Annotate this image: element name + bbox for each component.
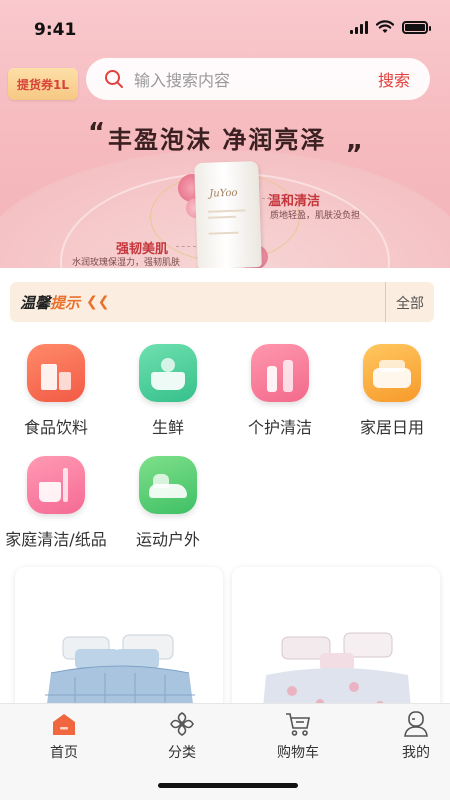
category-sports-outdoor[interactable]: 运动户外	[112, 456, 224, 550]
feature-right-subtitle: 质地轻盈，肌肤没负担	[270, 211, 361, 221]
feature-right-title: 温和清洁	[268, 194, 321, 209]
tab-profile[interactable]: 我的	[360, 704, 450, 766]
wifi-icon	[376, 20, 394, 33]
status-time: 9:41	[34, 20, 77, 40]
category-label: 家居日用	[359, 418, 424, 437]
slogan-quote-close: „	[346, 126, 364, 156]
notice-title-part1: 温馨	[20, 293, 51, 312]
category-label: 生鲜	[151, 418, 184, 437]
category-household-cleaning[interactable]: 家庭清洁/纸品	[0, 456, 112, 550]
sofa-icon	[363, 344, 421, 402]
category-personal-care[interactable]: 个护清洁	[224, 344, 336, 438]
notice-title-part2: 提示	[50, 293, 81, 312]
search-input[interactable]: 输入搜索内容	[134, 67, 378, 91]
category-label: 家庭清洁/纸品	[5, 530, 107, 549]
tab-home[interactable]: 首页	[8, 704, 120, 766]
notice-arrows-icon: ❮❮	[86, 294, 110, 310]
home-indicator	[158, 783, 298, 788]
category-label: 运动户外	[135, 530, 200, 549]
notice-title: 温馨提示	[20, 292, 80, 313]
sneaker-icon	[139, 456, 197, 514]
feature-pointer-line	[176, 246, 196, 247]
notice-divider	[385, 282, 386, 322]
cleaning-bucket-icon	[27, 456, 85, 514]
product-card[interactable]	[15, 567, 223, 717]
notice-all-button[interactable]: 全部	[396, 293, 424, 313]
product-card[interactable]	[232, 567, 440, 717]
product-brand: JuYoo	[209, 187, 238, 200]
home-icon	[50, 710, 78, 738]
tab-label: 我的	[402, 745, 430, 761]
status-icons	[350, 20, 431, 34]
feature-pointer-line	[262, 198, 270, 199]
slogan-quote-open: “	[88, 118, 106, 148]
coupon-button[interactable]: 提货券1L	[8, 68, 78, 100]
tab-label: 分类	[168, 745, 196, 761]
category-label: 个护清洁	[247, 418, 312, 437]
search-icon	[105, 70, 123, 88]
tab-category[interactable]: 分类	[126, 704, 238, 766]
banner-slogan: 丰盈泡沫 净润亮泽	[108, 126, 327, 154]
status-bar: 9:41	[0, 0, 450, 60]
user-icon	[402, 710, 430, 738]
cleanser-tube-image: JuYoo	[194, 160, 262, 268]
cart-icon	[284, 710, 312, 738]
notice-bar[interactable]: 温馨提示 ❮❮ 全部	[10, 282, 434, 322]
tab-label: 首页	[50, 745, 78, 761]
category-home-daily[interactable]: 家居日用	[336, 344, 448, 438]
lipstick-icon	[251, 344, 309, 402]
tab-label: 购物车	[277, 745, 319, 761]
category-grid-icon	[168, 710, 196, 738]
feature-left-subtitle: 水润玫瑰保湿力，强韧肌肤	[72, 258, 181, 268]
cellular-signal-icon	[350, 20, 368, 34]
tab-cart[interactable]: 购物车	[242, 704, 354, 766]
basket-icon	[139, 344, 197, 402]
category-fresh[interactable]: 生鲜	[112, 344, 224, 438]
category-food-drink[interactable]: 食品饮料	[0, 344, 112, 438]
search-bar[interactable]: 输入搜索内容 搜索	[86, 58, 430, 100]
battery-icon	[402, 20, 431, 34]
milk-carton-icon	[27, 344, 85, 402]
category-label: 食品饮料	[23, 418, 88, 437]
search-button[interactable]: 搜索	[378, 67, 410, 91]
